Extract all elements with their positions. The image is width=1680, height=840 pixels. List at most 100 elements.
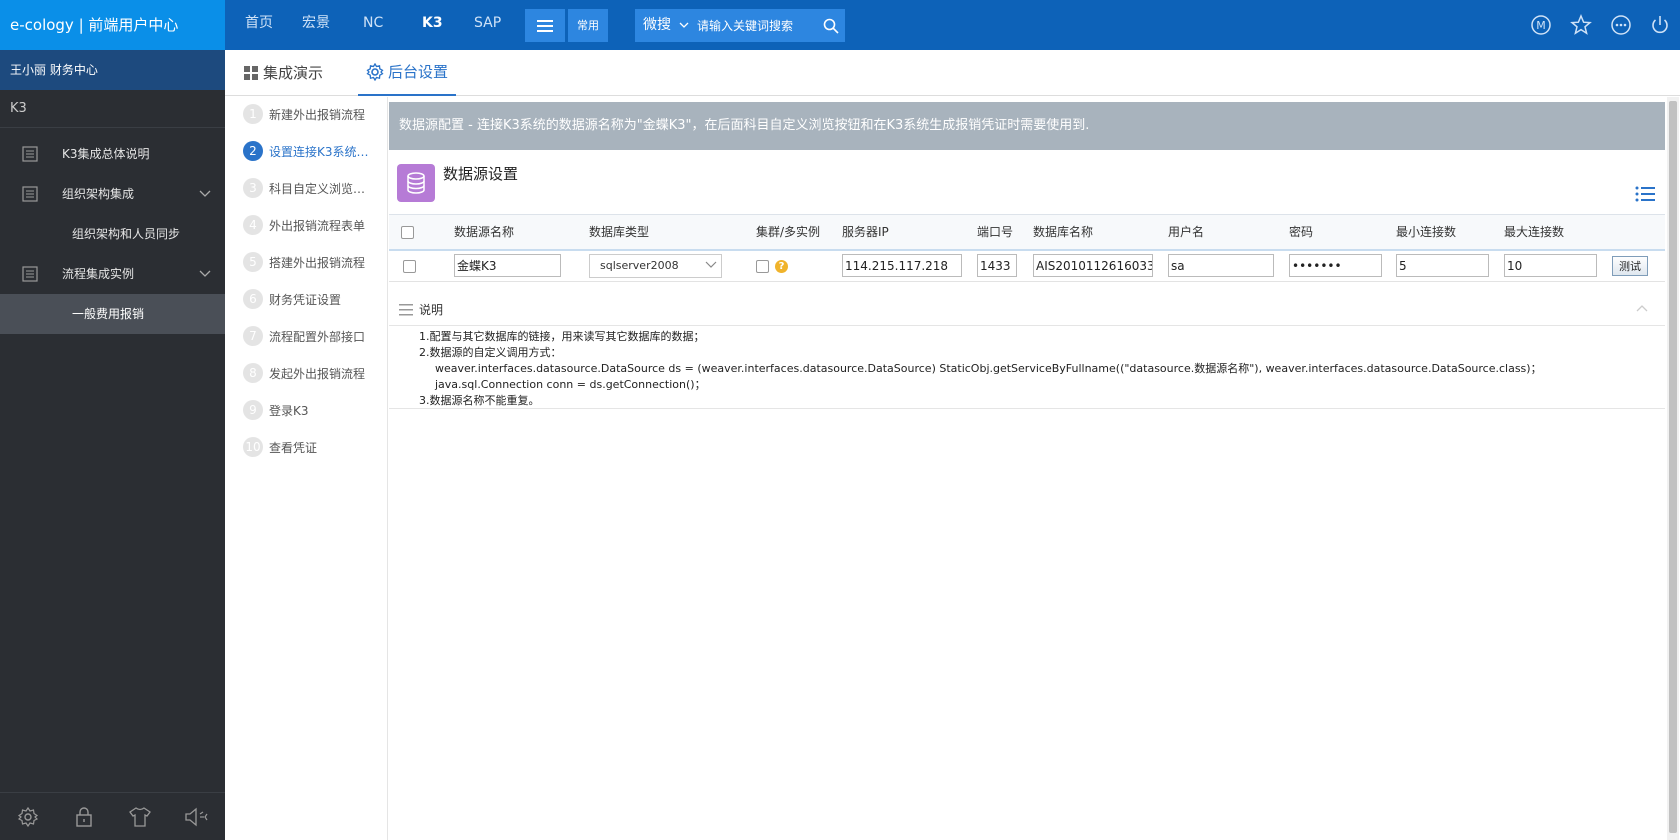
gear-icon <box>366 63 384 81</box>
max-connections-input[interactable] <box>1504 254 1597 278</box>
divider <box>389 408 1665 409</box>
sidebar-title: K3 <box>0 90 225 128</box>
vertical-scrollbar[interactable] <box>1667 97 1679 840</box>
star-icon[interactable] <box>1569 13 1593 37</box>
step-label: 发起外出报销流程 <box>269 366 366 381</box>
step-item[interactable]: 7 流程配置外部接口 <box>243 326 369 346</box>
sidebar-subitem-general-expense[interactable]: 一般费用报销 <box>0 294 225 334</box>
step-label: 外出报销流程表单 <box>269 218 366 233</box>
step-number: 5 <box>243 252 263 272</box>
main-content: 数据源配置 - 连接K3系统的数据源名称为"金蝶K3"，在后面科目自定义浏览按钮… <box>389 97 1665 840</box>
step-label: 科目自定义浏览按钮 <box>269 181 369 196</box>
step-label: 查看凭证 <box>269 440 318 455</box>
step-item[interactable]: 5 搭建外出报销流程 <box>243 252 369 272</box>
speaker-icon[interactable] <box>168 793 224 840</box>
document-icon <box>22 146 38 162</box>
common-button[interactable]: 常用 <box>568 9 608 42</box>
test-button[interactable]: 测试 <box>1612 255 1648 276</box>
note-line: 1.配置与其它数据库的链接，用来读写其它数据库的数据； <box>419 330 705 343</box>
search-scope-select[interactable]: 微搜 <box>643 9 671 42</box>
step-label: 财务凭证设置 <box>269 292 342 307</box>
column-header: 数据源名称 <box>454 214 589 251</box>
chevron-down-icon[interactable] <box>199 174 211 214</box>
step-label: 设置连接K3系统的数据源 <box>269 144 369 159</box>
hamburger-icon <box>537 19 553 32</box>
table-header-row: 数据源名称 数据库类型 集群/多实例 服务器IP 端口号 数据库名称 用户名 密… <box>389 214 1665 251</box>
password-input[interactable] <box>1289 254 1382 278</box>
nav-home[interactable]: 首页 <box>245 0 273 50</box>
datasource-table: 数据源名称 数据库类型 集群/多实例 服务器IP 端口号 数据库名称 用户名 密… <box>389 214 1665 282</box>
db-name-input[interactable] <box>1033 254 1153 278</box>
search-input[interactable] <box>697 14 817 37</box>
sidebar-item-workflow-examples[interactable]: 流程集成实例 <box>0 254 225 294</box>
top-bar: e-cology | 前端用户中心 首页 宏景 NC K3 SAP 常用 微搜 … <box>0 0 1680 50</box>
svg-text:M: M <box>1536 19 1546 32</box>
db-type-value: sqlserver2008 <box>600 258 679 272</box>
tab-label: 集成演示 <box>263 64 324 82</box>
database-icon <box>397 164 435 202</box>
server-ip-input[interactable] <box>842 254 962 278</box>
port-input[interactable] <box>977 254 1017 278</box>
brand-title[interactable]: e-cology | 前端用户中心 <box>0 0 225 50</box>
list-icon <box>399 304 413 316</box>
row-checkbox[interactable] <box>403 259 416 273</box>
table-row: sqlserver2008 ? 测试 <box>389 249 1665 282</box>
help-icon[interactable]: ? <box>775 259 788 273</box>
user-info[interactable]: 王小丽 财务中心 <box>0 50 225 90</box>
chevron-down-icon[interactable] <box>679 9 689 42</box>
note-line: weaver.interfaces.datasource.DataSource … <box>435 362 1542 375</box>
step-item[interactable]: 8 发起外出报销流程 <box>243 363 369 383</box>
column-header: 最小连接数 <box>1396 214 1504 251</box>
step-item[interactable]: 1 新建外出报销流程 <box>243 104 369 124</box>
step-number: 7 <box>243 326 263 346</box>
sidebar-item-org-integration[interactable]: 组织架构集成 <box>0 174 225 214</box>
nav-hongjing[interactable]: 宏景 <box>302 0 330 50</box>
tab-backend-settings[interactable]: 后台设置 <box>358 50 457 96</box>
step-item[interactable]: 3 科目自定义浏览按钮 <box>243 178 369 198</box>
select-all-checkbox[interactable] <box>401 225 414 239</box>
power-icon[interactable] <box>1648 13 1672 37</box>
settings-icon[interactable] <box>0 793 56 840</box>
list-icon[interactable] <box>1635 185 1655 203</box>
step-item[interactable]: 2 设置连接K3系统的数据源 <box>243 141 369 161</box>
m-badge-icon[interactable]: M <box>1529 13 1553 37</box>
db-type-select[interactable]: sqlserver2008 <box>589 253 722 278</box>
cluster-checkbox[interactable] <box>756 259 769 273</box>
step-list: 1 新建外出报销流程 2 设置连接K3系统的数据源 3 科目自定义浏览按钮 4 外出报销… <box>225 97 388 840</box>
note-line: 3.数据源名称不能重复。 <box>419 394 540 407</box>
nav-k3[interactable]: K3 <box>422 0 443 50</box>
tab-bar: 集成演示 后台设置 <box>225 50 1680 96</box>
more-icon[interactable] <box>1609 13 1633 37</box>
shirt-icon[interactable] <box>112 793 168 840</box>
step-number: 2 <box>243 141 263 161</box>
notes-title: 说明 <box>419 303 444 317</box>
username-input[interactable] <box>1168 254 1274 278</box>
sidebar-bottom-toolbar <box>0 792 225 840</box>
scrollbar-thumb[interactable] <box>1669 101 1677 833</box>
document-icon <box>22 186 38 202</box>
nav-nc[interactable]: NC <box>363 0 383 50</box>
sidebar-item-label: K3集成总体说明 <box>62 147 150 161</box>
step-item[interactable]: 10 查看凭证 <box>243 437 369 457</box>
note-line: java.sql.Connection conn = ds.getConnect… <box>435 378 706 391</box>
chevron-down-icon[interactable] <box>199 254 211 294</box>
sidebar-subitem-org-sync[interactable]: 组织架构和人员同步 <box>0 214 225 254</box>
column-header: 最大连接数 <box>1504 214 1612 251</box>
step-label: 搭建外出报销流程 <box>269 255 366 270</box>
sidebar-item-label: 组织架构集成 <box>62 187 135 201</box>
step-item[interactable]: 6 财务凭证设置 <box>243 289 369 309</box>
search-icon[interactable] <box>817 9 845 42</box>
step-item[interactable]: 4 外出报销流程表单 <box>243 215 369 235</box>
datasource-name-input[interactable] <box>454 254 561 278</box>
step-item[interactable]: 9 登录K3 <box>243 400 369 420</box>
sidebar-item-k3-overview[interactable]: K3集成总体说明 <box>0 134 225 174</box>
tab-label: 后台设置 <box>388 63 449 81</box>
lock-icon[interactable] <box>56 793 112 840</box>
notes-header[interactable]: 说明 <box>389 294 1665 326</box>
chevron-up-icon[interactable] <box>1635 302 1649 316</box>
min-connections-input[interactable] <box>1396 254 1489 278</box>
info-banner: 数据源配置 - 连接K3系统的数据源名称为"金蝶K3"，在后面科目自定义浏览按钮… <box>389 102 1665 150</box>
menu-button[interactable] <box>525 9 565 42</box>
tab-integration-demo[interactable]: 集成演示 <box>243 50 323 96</box>
nav-sap[interactable]: SAP <box>474 0 501 50</box>
